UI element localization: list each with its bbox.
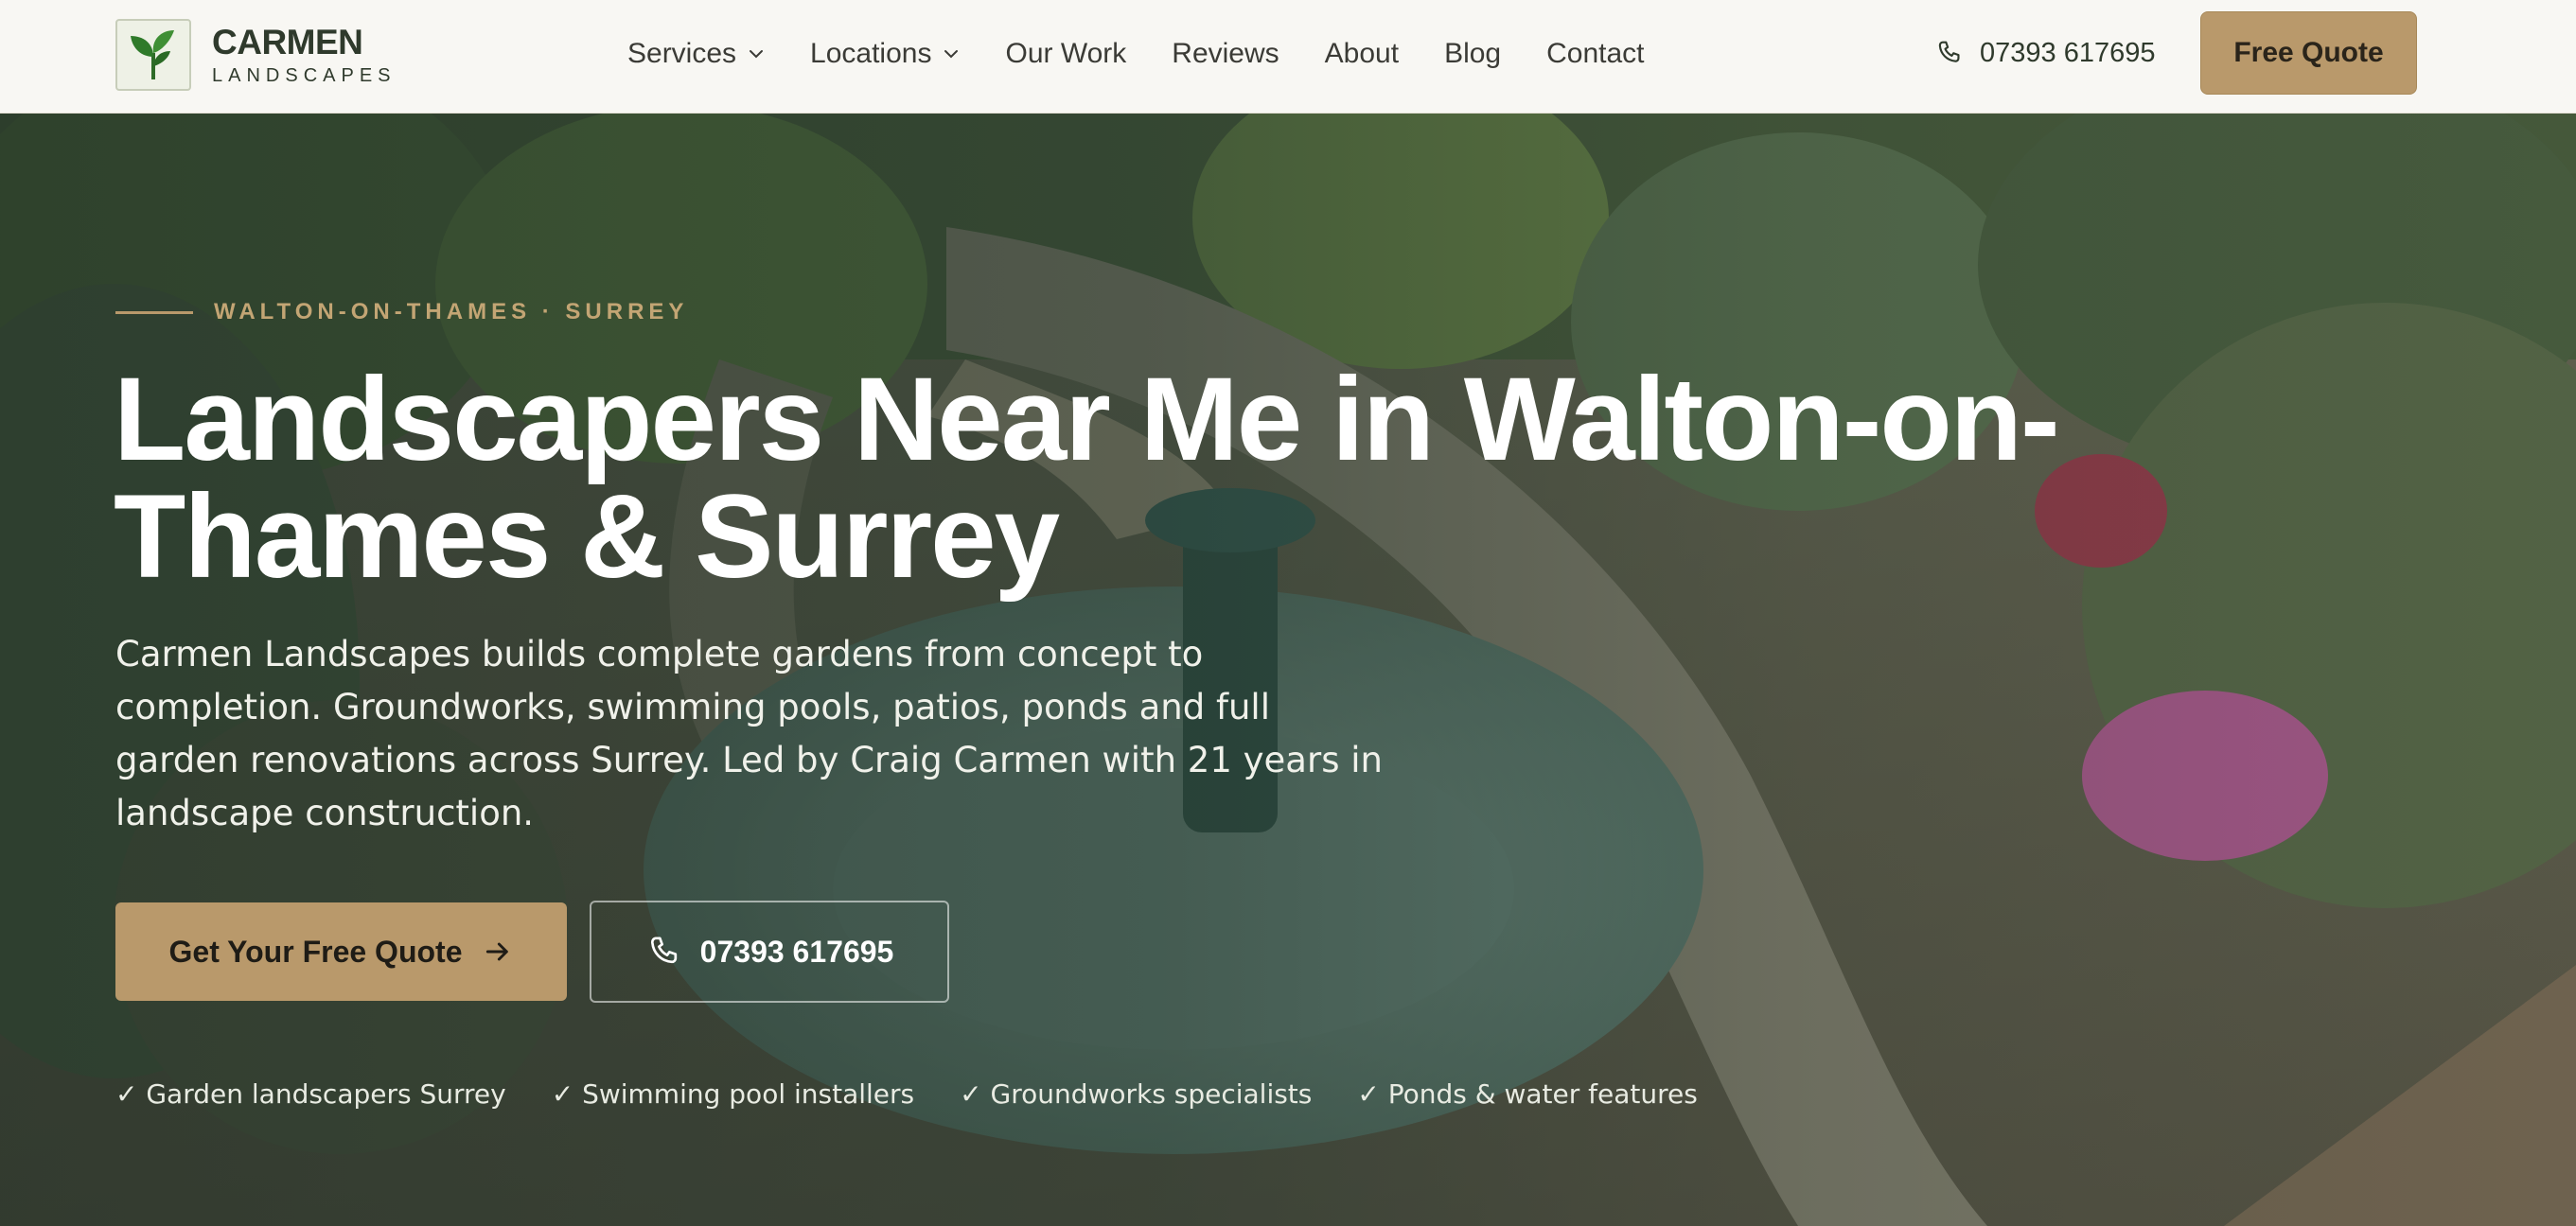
nav-item-label: Services: [627, 38, 737, 69]
hero-location-label: WALTON-ON-THAMES · SURREY: [214, 299, 689, 324]
hero-description: Carmen Landscapes builds complete garden…: [115, 628, 1384, 840]
description-line-2: completion. Groundworks, swimming pools,…: [115, 687, 1270, 727]
hero-eyebrow: WALTON-ON-THAMES · SURREY: [115, 299, 688, 325]
leaf-sprout-icon: [115, 19, 191, 91]
description-line-4: landscape construction.: [115, 793, 535, 833]
secondary-cta-label: 07393 617695: [699, 934, 894, 969]
badge-pool-installers: ✓ Swimming pool installers: [551, 1078, 915, 1110]
badge-groundworks: ✓ Groundworks specialists: [960, 1078, 1313, 1110]
brand-logo[interactable]: CARMEN LANDSCAPES: [115, 17, 397, 93]
primary-cta-label: Get Your Free Quote: [168, 934, 463, 969]
nav-item-contact[interactable]: Contact: [1546, 38, 1644, 70]
brand-tagline: LANDSCAPES: [212, 64, 397, 86]
nav-item-label: About: [1324, 38, 1400, 69]
headline-line-1: Landscapers Near Me in Walton-on-: [114, 354, 2060, 485]
chevron-down-icon: [750, 50, 764, 59]
nav-item-locations[interactable]: Locations: [810, 38, 960, 70]
nav-item-about[interactable]: About: [1325, 38, 1399, 70]
nav-item-our-work[interactable]: Our Work: [1005, 38, 1126, 70]
badge-garden-landscapers: ✓ Garden landscapers Surrey: [115, 1078, 506, 1110]
nav-item-label: Our Work: [1005, 38, 1127, 69]
get-free-quote-button[interactable]: Get Your Free Quote: [115, 902, 567, 1001]
nav-item-label: Blog: [1444, 38, 1502, 69]
site-header: CARMEN LANDSCAPES Services Locations Our…: [0, 0, 2576, 114]
nav-item-blog[interactable]: Blog: [1444, 38, 1501, 70]
phone-icon: [1938, 41, 1960, 62]
arrow-right-icon: [486, 942, 509, 961]
header-phone-link[interactable]: 07393 617695: [1934, 32, 2155, 74]
hero-section: WALTON-ON-THAMES · SURREY Landscapers Ne…: [0, 114, 2576, 1226]
description-line-1: Carmen Landscapes builds complete garden…: [115, 634, 1204, 674]
nav-item-label: Contact: [1546, 38, 1645, 69]
nav-item-reviews[interactable]: Reviews: [1172, 38, 1279, 70]
nav-item-label: Reviews: [1172, 38, 1279, 69]
description-line-3: garden renovations across Surrey. Led by…: [115, 740, 1383, 780]
phone-icon: [650, 937, 677, 964]
hero-headline: Landscapers Near Me in Walton-on- Thames…: [114, 354, 2196, 603]
service-badges: ✓ Garden landscapers Surrey ✓ Swimming p…: [115, 1078, 1743, 1110]
chevron-down-icon: [944, 50, 959, 59]
headline-line-2: Thames & Surrey: [114, 471, 1060, 603]
badge-ponds: ✓ Ponds & water features: [1357, 1078, 1698, 1110]
brand-name: CARMEN: [212, 22, 363, 61]
eyebrow-rule: [115, 310, 193, 314]
nav-item-label: Locations: [810, 38, 932, 69]
free-quote-button[interactable]: Free Quote: [2200, 11, 2417, 95]
header-phone-number: 07393 617695: [1980, 37, 2156, 68]
nav-item-services[interactable]: Services: [627, 38, 765, 70]
main-nav: Services Locations Our Work Reviews Abou…: [627, 0, 1690, 108]
call-phone-button[interactable]: 07393 617695: [590, 901, 949, 1003]
